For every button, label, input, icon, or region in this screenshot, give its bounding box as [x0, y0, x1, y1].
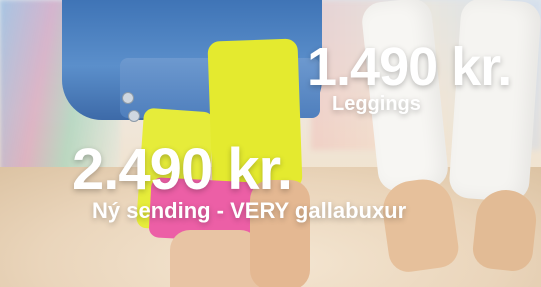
label-jeans: Ný sending - VERY gallabuxur [92, 198, 407, 223]
leg-skin [170, 230, 260, 287]
price-leggings: 1.490 kr. [307, 37, 512, 97]
rivet-icon [122, 92, 134, 104]
price-jeans: 2.490 kr. [72, 137, 293, 202]
label-leggings: Leggings [332, 93, 421, 115]
rivet-icon [128, 110, 140, 122]
promo-banner[interactable]: 1.490 kr. Leggings 2.490 kr. Ný sending … [0, 0, 541, 287]
white-leggings-right [448, 0, 541, 203]
